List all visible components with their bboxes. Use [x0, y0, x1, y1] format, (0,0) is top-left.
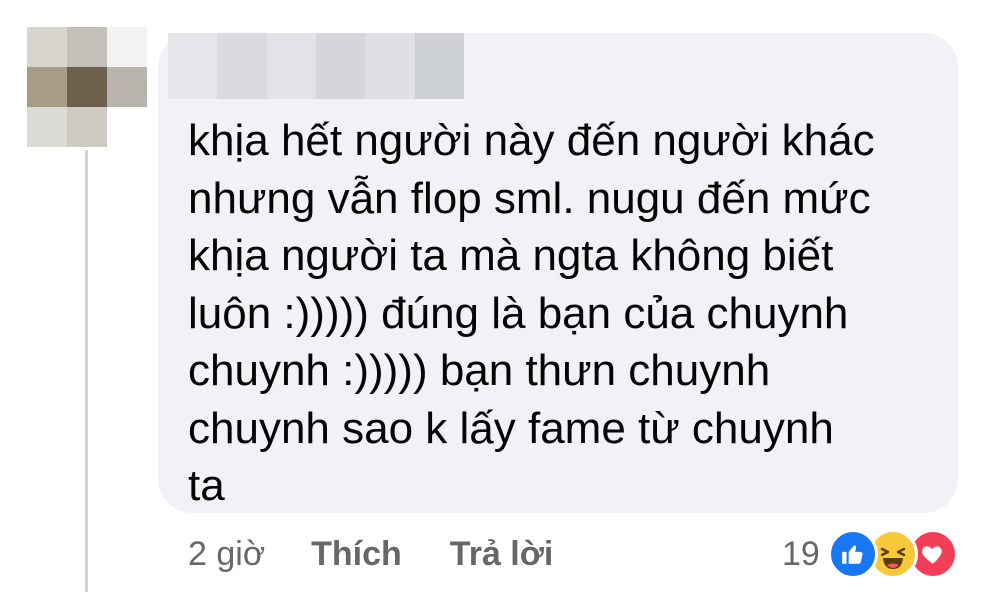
comment-line: chuynh :))))) bạn thưn chuynh [188, 346, 771, 395]
timestamp[interactable]: 2 giờ [188, 535, 265, 574]
like-icon [827, 529, 878, 579]
comment-line: khịa hết người này đến người khác [188, 116, 875, 165]
comment-line: khịa người ta mà ngta không biết [188, 231, 834, 280]
comment-line: nhưng vẫn flop sml. nugu đến mức [188, 173, 871, 223]
like-button[interactable]: Thích [311, 535, 402, 574]
reaction-summary[interactable]: 19 [782, 528, 958, 580]
comment-line: chuynh sao k lấy fame từ chuynh [188, 403, 834, 453]
thread-line [85, 150, 88, 592]
comment-screenshot: khịa hết người này đến người khác nhưng … [0, 0, 1000, 592]
avatar[interactable] [27, 27, 147, 147]
reaction-count: 19 [782, 534, 820, 573]
author-name-blurred[interactable] [168, 33, 464, 99]
comment-actions: 2 giờ Thích Trả lời [188, 526, 553, 582]
reaction-icons [827, 529, 958, 579]
comment-line: ta [188, 461, 225, 510]
comment-line: luôn :))))) đúng là bạn của chuynh [188, 288, 849, 338]
comment-text: khịa hết người này đến người khác nhưng … [188, 112, 948, 515]
reply-button[interactable]: Trả lời [450, 535, 554, 574]
